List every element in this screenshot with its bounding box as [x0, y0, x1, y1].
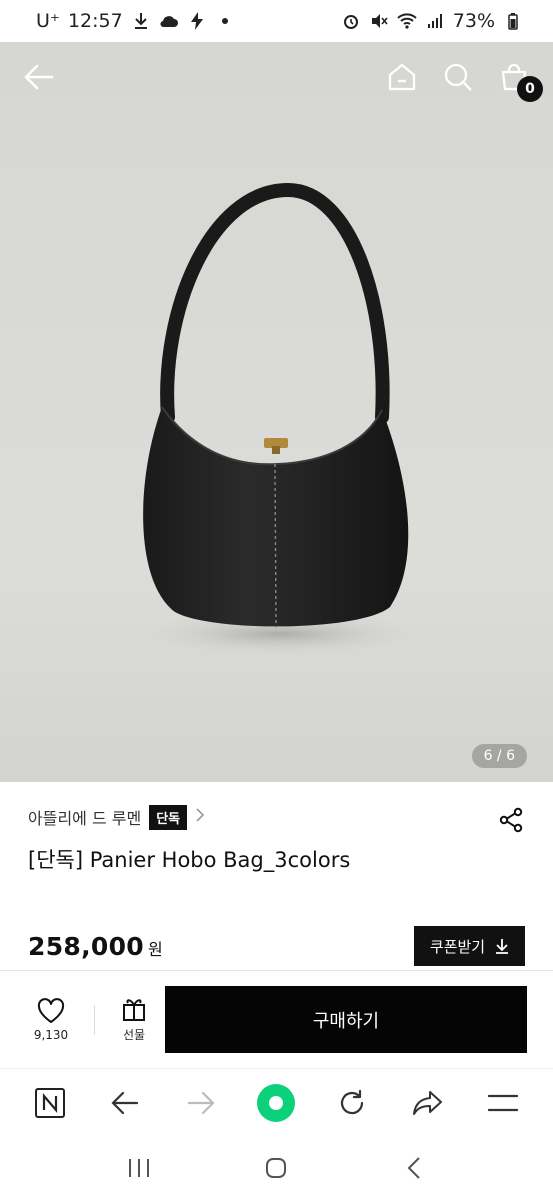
- hamburger-icon: [488, 1094, 519, 1111]
- battery-icon: [503, 11, 523, 31]
- like-count: 9,130: [33, 1027, 69, 1042]
- browser-forward-button[interactable]: [179, 1081, 223, 1125]
- cloud-icon: [159, 11, 179, 31]
- coupon-download-button[interactable]: 쿠폰받기: [414, 926, 525, 966]
- brand-link[interactable]: 아뜰리에 드 루멘: [28, 805, 141, 829]
- carrier-label: U⁺: [36, 10, 60, 32]
- gallery-pager: 6 / 6: [471, 744, 527, 768]
- recent-apps-button[interactable]: [117, 1146, 161, 1190]
- cart-count-badge: 0: [517, 76, 543, 102]
- wifi-icon: [397, 11, 417, 31]
- mute-icon: [369, 11, 389, 31]
- recent-apps-icon: [128, 1159, 149, 1177]
- search-button[interactable]: [441, 60, 475, 94]
- share-page-button[interactable]: [406, 1081, 450, 1125]
- handbag-photo: [130, 182, 430, 656]
- buy-button[interactable]: 구매하기: [165, 986, 527, 1053]
- product-title: [단독] Panier Hobo Bag_3colors: [28, 848, 351, 872]
- cart-button[interactable]: 0: [497, 60, 543, 102]
- bolt-icon: [187, 11, 207, 31]
- product-info: 아뜰리에 드 루멘 단독 [단독] Panier Hobo Bag_3color…: [0, 782, 553, 986]
- browser-back-button[interactable]: [103, 1081, 147, 1125]
- gift-button[interactable]: 선물: [109, 996, 159, 1043]
- refresh-icon: [340, 1089, 364, 1114]
- status-bar: U⁺ 12:57 73%: [0, 0, 553, 42]
- menu-button[interactable]: [481, 1081, 525, 1125]
- back-button[interactable]: [22, 60, 56, 94]
- heart-icon: [37, 997, 65, 1023]
- system-navigation: [0, 1136, 553, 1200]
- refresh-button[interactable]: [330, 1081, 374, 1125]
- divider: [94, 1004, 95, 1035]
- product-image-gallery[interactable]: 0 6 / 6: [0, 42, 553, 782]
- dot-icon: [215, 11, 235, 31]
- arrow-right-icon: [187, 1091, 215, 1114]
- coupon-label: 쿠폰받기: [429, 937, 486, 956]
- currency-label: 원: [147, 940, 163, 959]
- download-icon: [496, 939, 509, 954]
- home-button[interactable]: [385, 60, 419, 94]
- forward-share-icon: [412, 1090, 442, 1115]
- signal-icon: [425, 11, 445, 31]
- product-price: 258,000: [28, 931, 144, 961]
- naver-home-button[interactable]: [28, 1081, 72, 1125]
- home-system-button[interactable]: [254, 1146, 298, 1190]
- alarm-icon: [341, 11, 361, 31]
- home-icon: [388, 63, 416, 91]
- like-button[interactable]: 9,130: [22, 997, 80, 1042]
- green-dot-icon: [257, 1083, 296, 1122]
- clock: 12:57: [67, 10, 123, 32]
- system-back-button[interactable]: [392, 1146, 436, 1190]
- search-icon: [444, 63, 472, 91]
- download-icon: [131, 11, 151, 31]
- browser-toolbar: [0, 1068, 553, 1136]
- purchase-bar: 9,130 선물 구매하기: [0, 970, 553, 1068]
- gift-icon: [123, 999, 145, 1021]
- top-navigation: 0: [0, 42, 553, 112]
- share-icon: [499, 807, 523, 833]
- chevron-right-icon[interactable]: [195, 807, 205, 827]
- arrow-left-icon: [24, 64, 54, 90]
- battery-label: 73%: [452, 10, 495, 32]
- home-square-icon: [266, 1158, 287, 1178]
- arrow-left-icon: [111, 1091, 139, 1114]
- naver-n-icon: [34, 1087, 65, 1118]
- share-button[interactable]: [497, 806, 525, 834]
- exclusive-badge: 단독: [149, 804, 188, 830]
- green-dot-button[interactable]: [254, 1081, 298, 1125]
- gift-label: 선물: [122, 1028, 146, 1042]
- chevron-left-icon: [407, 1157, 420, 1179]
